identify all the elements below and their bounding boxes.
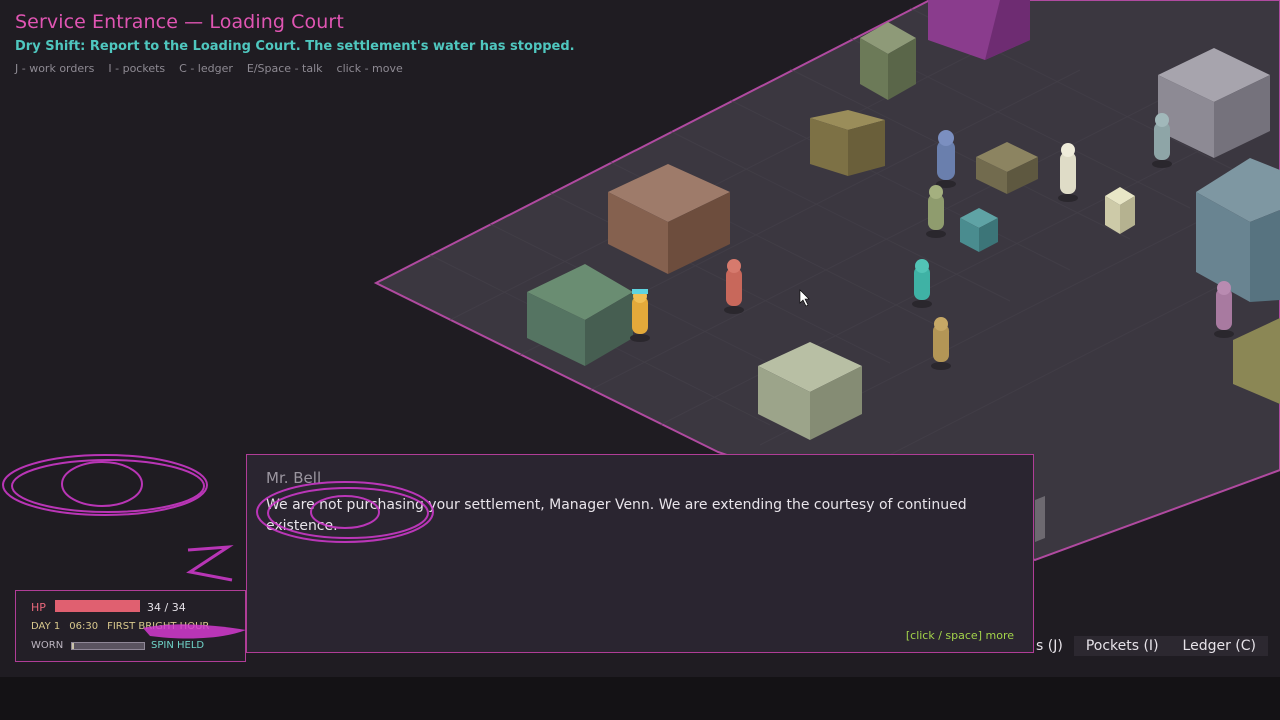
hint-pockets: I - pockets [108,62,166,75]
game-viewport[interactable]: Service Entrance — Loading Court Dry Shi… [0,0,1280,720]
day-label: DAY 1 [31,621,61,632]
hint-move: click - move [336,62,403,75]
tab-work-orders[interactable]: s (J) [1036,638,1063,654]
dialogue-box[interactable]: Mr. Bell We are not purchasing your sett… [246,454,1034,653]
worn-status: SPIN HELD [151,640,205,651]
control-hints: J - work orders I - pockets C - ledger E… [15,62,403,75]
tab-ledger[interactable]: Ledger (C) [1170,636,1268,656]
speaker-name: Mr. Bell [266,469,322,487]
time-label: 06:30 [69,621,99,632]
grey-box-small[interactable] [1035,496,1045,542]
tab-pockets[interactable]: Pockets (I) [1073,636,1171,656]
hint-work-orders: J - work orders [15,62,95,75]
worn-label: WORN [31,640,64,651]
hint-talk: E/Space - talk [246,62,323,75]
hp-value: 34 / 34 [147,601,186,614]
menu-tabs: Pockets (I) Ledger (C) [1073,636,1268,656]
continue-key: [click / space] [905,629,982,642]
continue-prompt[interactable]: [click / space] more [906,629,1014,642]
status-panel: HP 34 / 34 DAY 1 06:30 FIRST BRIGHT HOUR… [15,590,246,662]
hint-ledger: C - ledger [179,62,233,75]
hp-label: HP [31,601,46,614]
cream-cube[interactable] [1105,187,1135,234]
worn-bar-fill [72,643,74,649]
green-crate-top[interactable] [860,22,916,100]
continue-label: more [985,629,1015,642]
period-label: FIRST BRIGHT HOUR [107,621,210,632]
area-title: Service Entrance — Loading Court [15,11,344,33]
hp-bar [55,600,140,612]
worn-bar [71,642,145,650]
quest-objective: Dry Shift: Report to the Loading Court. … [15,39,575,54]
bottom-strip [0,677,1280,720]
clock-row: DAY 1 06:30 FIRST BRIGHT HOUR [31,621,209,632]
olive-crate[interactable] [810,110,885,176]
dialogue-line: We are not purchasing your settlement, M… [266,497,967,534]
